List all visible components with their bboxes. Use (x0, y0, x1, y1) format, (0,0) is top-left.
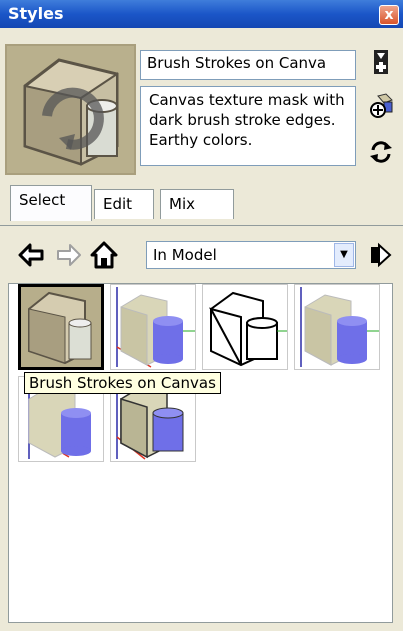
style-tabs: Select Edit Mix (0, 183, 403, 225)
tab-mix[interactable]: Mix (160, 189, 234, 219)
collection-dropdown[interactable]: In Model ▼ (146, 241, 356, 269)
style-thumbnail[interactable] (110, 284, 196, 370)
style-description-field[interactable]: Canvas texture mask with dark brush stro… (140, 86, 356, 166)
style-preview-thumbnail[interactable] (5, 44, 136, 175)
back-arrow-icon[interactable] (18, 241, 46, 269)
details-arrow-icon[interactable] (366, 241, 394, 269)
tab-divider (0, 225, 403, 226)
tab-select[interactable]: Select (10, 185, 92, 221)
collection-value: In Model (153, 246, 217, 264)
style-thumbnail[interactable] (294, 284, 380, 370)
close-button[interactable]: x (379, 5, 399, 25)
chevron-down-icon[interactable]: ▼ (334, 243, 354, 267)
style-thumbnail[interactable] (202, 284, 288, 370)
forward-arrow-icon[interactable] (54, 241, 82, 269)
style-name-field[interactable]: Brush Strokes on Canva (140, 50, 356, 80)
create-new-style-icon[interactable] (368, 48, 394, 76)
navigation-bar: In Model ▼ (0, 235, 403, 275)
refresh-icon[interactable] (368, 138, 394, 166)
window-title: Styles (8, 4, 64, 23)
update-style-icon[interactable] (368, 92, 394, 120)
home-icon[interactable] (90, 241, 118, 269)
styles-grid (8, 283, 393, 623)
title-bar: Styles x (0, 0, 403, 28)
tab-edit[interactable]: Edit (94, 189, 154, 219)
style-tooltip: Brush Strokes on Canvas (24, 372, 221, 394)
style-thumbnail[interactable] (18, 284, 104, 370)
style-preview-image (7, 46, 134, 173)
